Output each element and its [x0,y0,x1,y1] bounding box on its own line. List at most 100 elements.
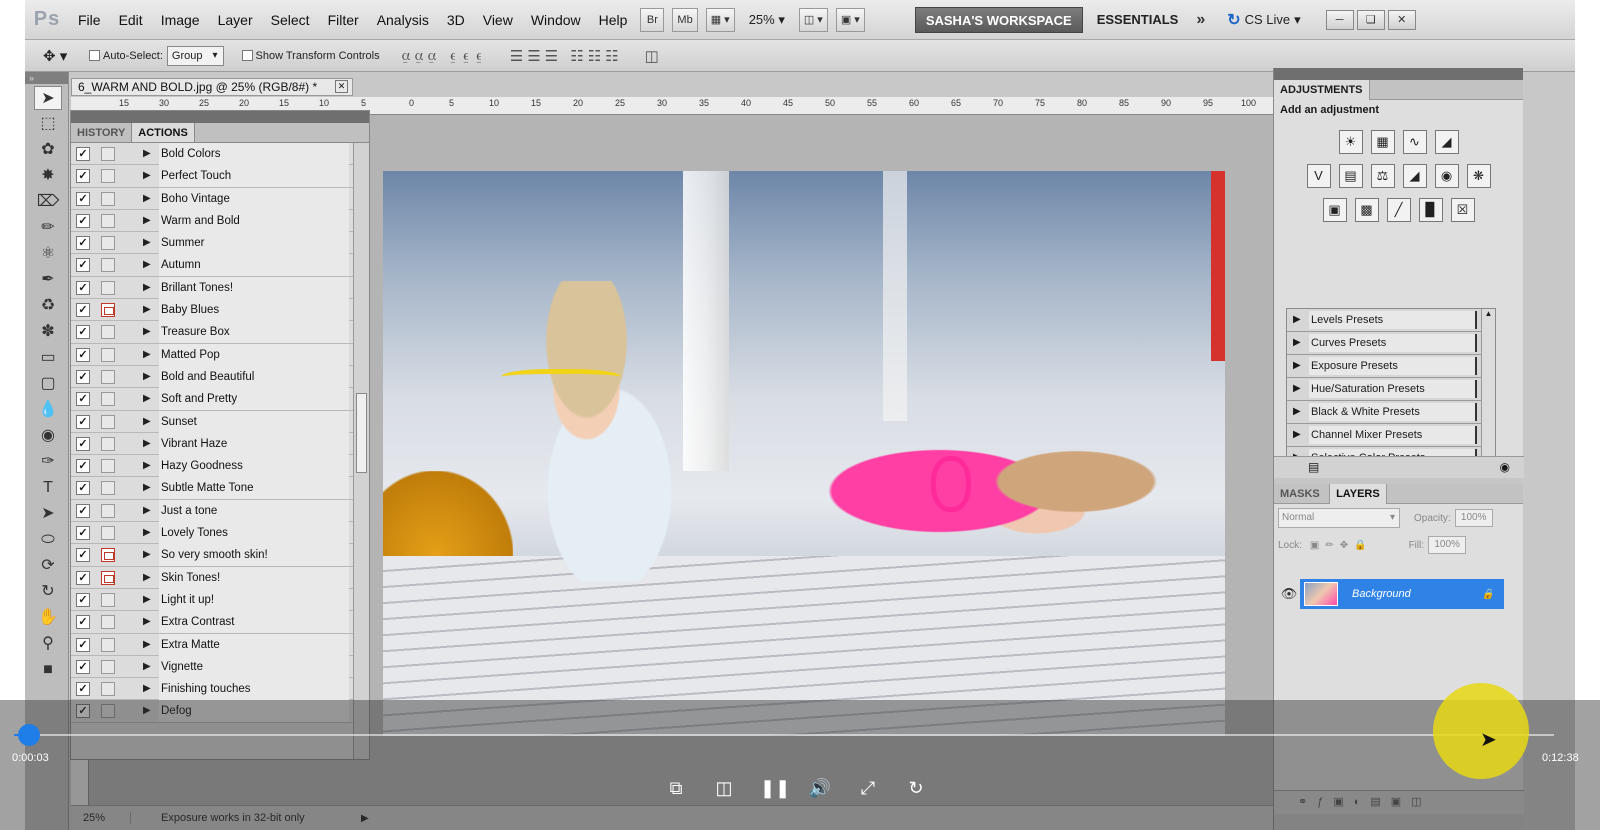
volume-icon[interactable]: 🔊 [808,776,832,800]
auto-select-mode-select[interactable]: Group [166,45,224,66]
action-enabled-checkbox[interactable]: ✓ [76,369,90,384]
expand-icon[interactable]: ▶ [143,544,151,566]
menu-edit[interactable]: Edit [110,0,152,40]
document-tab[interactable]: 6_WARM AND BOLD.jpg @ 25% (RGB/8#) * ✕ [71,78,353,96]
action-item[interactable]: ✓ ▶ Summer [71,232,369,255]
dialog-toggle-icon[interactable] [101,303,115,318]
tab-adjustments[interactable]: ADJUSTMENTS [1274,80,1370,100]
color-swatch-icon[interactable]: ■ [34,658,62,682]
action-item[interactable]: ✓ ▶ Lovely Tones [71,522,369,545]
distribute-buttons-icon[interactable]: ☰☰☰ ☷☷☷ [510,47,623,65]
action-enabled-checkbox[interactable]: ✓ [76,325,90,340]
action-item[interactable]: ✓ ▶ Finishing touches [71,678,369,701]
fill-field[interactable]: 100% [1428,536,1467,554]
expand-icon[interactable]: ▶ [143,188,151,210]
brightness-contrast-icon[interactable]: ☀ [1338,130,1363,154]
lock-icons[interactable]: ▣✏✥🔒 [1310,540,1373,551]
layer-name[interactable]: Background [1352,588,1411,600]
crop-tool-icon[interactable]: ⌦ [34,190,62,214]
action-enabled-checkbox[interactable]: ✓ [76,436,90,451]
dialog-toggle-empty[interactable] [101,347,115,362]
dialog-toggle-empty[interactable] [101,369,115,384]
path-selection-tool-icon[interactable]: ➤ [34,502,62,526]
threshold-icon[interactable]: ╱ [1386,198,1411,222]
expand-icon[interactable]: ▶ [143,388,151,410]
layer-row-background[interactable]: 👁 Background 🔒 [1278,579,1504,609]
action-enabled-checkbox[interactable]: ✓ [76,213,90,228]
expand-icon[interactable]: ▶ [143,232,151,254]
expand-icon[interactable]: ▶ [143,143,151,165]
eyedropper-tool-icon[interactable]: ✏ [34,216,62,240]
action-item[interactable]: ✓ ▶ Bold and Beautiful [71,365,369,389]
action-enabled-checkbox[interactable]: ✓ [76,347,90,362]
hue-saturation-icon[interactable]: ▤ [1338,164,1363,188]
dialog-toggle-empty[interactable] [101,392,115,407]
action-enabled-checkbox[interactable]: ✓ [76,592,90,607]
action-enabled-checkbox[interactable]: ✓ [76,526,90,541]
photo-filter-icon[interactable]: ◉ [1434,164,1459,188]
dialog-toggle-empty[interactable] [101,258,115,273]
menu-layer[interactable]: Layer [209,0,262,40]
action-item[interactable]: ✓ ▶ Warm and Bold [71,209,369,233]
auto-select-checkbox[interactable]: Auto-Select: [89,50,163,62]
arrange-documents-button[interactable]: ◫ ▾ [798,7,828,32]
quick-selection-tool-icon[interactable]: ✸ [34,164,62,188]
action-item[interactable]: ✓ ▶ So very smooth skin! [71,544,369,567]
expand-icon[interactable]: ▶ [143,411,151,433]
preset-levels[interactable]: ▶ Levels Presets [1287,309,1495,332]
fullscreen-icon[interactable]: ⤢ [856,776,880,800]
action-item[interactable]: ✓ ▶ Baby Blues [71,299,369,322]
expand-icon[interactable]: ▶ [143,634,151,656]
3d-orbit-tool-icon[interactable]: ↻ [34,580,62,604]
action-enabled-checkbox[interactable]: ✓ [76,258,90,273]
cast-icon[interactable]: ⧉ [664,776,688,800]
align-buttons-icon[interactable]: ⍶⍶⍶ ⍷⍷⍷ [402,47,488,64]
opacity-field[interactable]: 100% [1454,509,1493,527]
action-enabled-checkbox[interactable]: ✓ [76,615,90,630]
channel-mixer-icon[interactable]: ❋ [1466,164,1491,188]
action-enabled-checkbox[interactable]: ✓ [76,169,90,184]
action-item[interactable]: ✓ ▶ Extra Contrast [71,611,369,634]
expand-icon[interactable]: ▶ [143,522,151,544]
right-dock-grip[interactable] [1274,68,1523,80]
action-enabled-checkbox[interactable]: ✓ [76,147,90,161]
action-item[interactable]: ✓ ▶ Soft and Pretty [71,388,369,411]
shape-tool-icon[interactable]: ⬭ [34,528,62,552]
menu-file[interactable]: File [69,0,110,40]
dialog-toggle-empty[interactable] [101,213,115,228]
action-enabled-checkbox[interactable]: ✓ [76,637,90,652]
dialog-toggle-empty[interactable] [101,503,115,518]
action-item[interactable]: ✓ ▶ Treasure Box [71,321,369,344]
view-extras-button[interactable]: ▦ ▾ [705,7,735,32]
auto-align-icon[interactable]: ◫ [645,47,663,65]
dialog-toggle-empty[interactable] [101,481,115,496]
expand-icon[interactable]: ▶ [143,277,151,299]
dialog-toggle-empty[interactable] [101,459,115,474]
black-white-icon[interactable]: ◢ [1402,164,1427,188]
action-item[interactable]: ✓ ▶ Autumn [71,254,369,277]
action-item[interactable]: ✓ ▶ Skin Tones! [71,566,369,589]
expand-icon[interactable]: ▶ [143,321,151,343]
tab-layers[interactable]: LAYERS [1329,484,1387,504]
menu-view[interactable]: View [474,0,522,40]
menu-analysis[interactable]: Analysis [368,0,438,40]
type-tool-icon[interactable]: T [34,476,62,500]
action-item[interactable]: ✓ ▶ Sunset [71,410,369,433]
expand-icon[interactable]: ▶ [143,455,151,477]
lasso-tool-icon[interactable]: ✿ [34,138,62,162]
dialog-toggle-empty[interactable] [101,325,115,340]
menu-image[interactable]: Image [152,0,209,40]
actions-scrollbar[interactable] [353,143,369,759]
dialog-toggle-empty[interactable] [101,280,115,295]
action-enabled-checkbox[interactable]: ✓ [76,280,90,295]
healing-brush-tool-icon[interactable]: ⚛ [34,242,62,266]
action-enabled-checkbox[interactable]: ✓ [76,548,90,563]
dialog-toggle-icon[interactable] [101,548,115,563]
move-tool-preset-icon[interactable]: ✥ ▾ [43,47,83,65]
launch-mini-bridge-button[interactable]: Mb [672,7,698,32]
selective-color-icon[interactable]: ☒ [1450,198,1475,222]
blend-mode-select[interactable]: Normal [1278,508,1400,528]
dialog-toggle-empty[interactable] [101,592,115,607]
dialog-toggle-empty[interactable] [101,659,115,674]
pause-icon[interactable]: ❚❚ [760,776,790,800]
